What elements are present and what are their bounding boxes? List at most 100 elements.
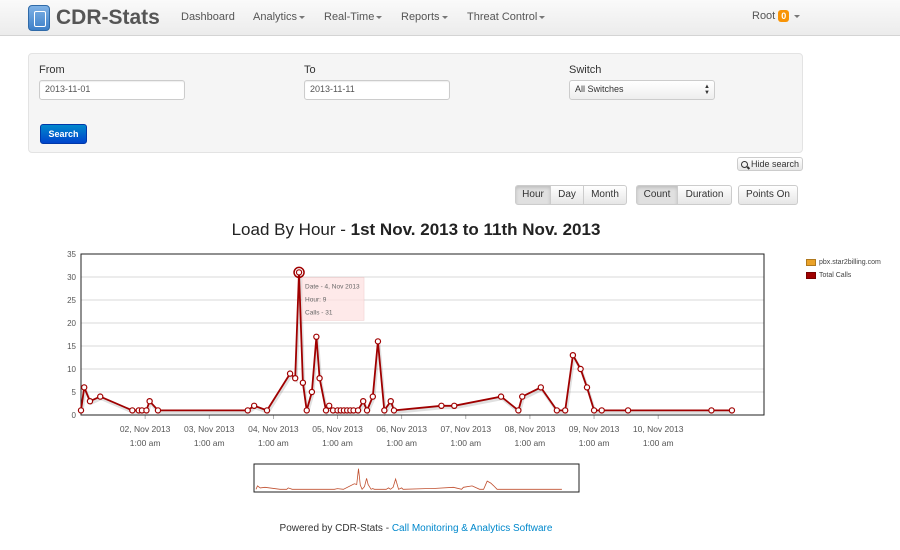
points-on-button[interactable]: Points On: [738, 185, 798, 205]
data-point: [250, 402, 258, 409]
legend-label: pbx.star2billing.com: [819, 259, 881, 266]
data-point: [553, 407, 561, 414]
chart-title: Load By Hour - 1st Nov. 2013 to 11th Nov…: [0, 220, 832, 240]
overview-series-line: [255, 468, 562, 491]
data-point: [143, 407, 150, 414]
data-point: [515, 407, 522, 414]
series-line-shadow: [80, 274, 733, 417]
metric-toggle-group: Count Duration: [636, 185, 732, 205]
legend-swatch: [806, 272, 816, 279]
to-date-input[interactable]: 2013-11-11: [304, 80, 450, 100]
tooltip-line: Calls - 31: [305, 309, 333, 316]
x-tick-time-label: 1:00 am: [322, 438, 353, 448]
data-point: [81, 384, 88, 391]
legend-swatch: [806, 259, 816, 266]
data-point: [451, 402, 458, 409]
search-panel: From 2013-11-01 To 2013-11-11 Switch All…: [28, 53, 803, 153]
y-tick-label: 25: [67, 296, 76, 305]
duration-button[interactable]: Duration: [677, 185, 732, 205]
data-point: [708, 407, 715, 414]
y-tick-label: 10: [67, 365, 76, 374]
data-point: [583, 384, 591, 391]
footer: Powered by CDR-Stats - Call Monitoring &…: [0, 523, 832, 534]
data-point: [728, 407, 736, 414]
count-button[interactable]: Count: [636, 185, 678, 205]
nav-dashboard[interactable]: Dashboard: [181, 11, 235, 23]
brand[interactable]: CDR-Stats: [28, 4, 160, 32]
y-tick-label: 0: [72, 411, 77, 420]
nav-threat-control[interactable]: Threat Control: [467, 11, 546, 23]
to-label: To: [304, 64, 316, 76]
x-tick-label: 05, Nov 2013: [312, 424, 363, 434]
data-point: [374, 338, 382, 345]
nav-realtime[interactable]: Real-Time: [324, 11, 383, 23]
data-point: [569, 352, 577, 359]
data-point: [86, 398, 94, 405]
data-point: [561, 407, 569, 414]
x-tick-time-label: 1:00 am: [386, 438, 417, 448]
data-point: [350, 407, 357, 414]
data-point: [97, 393, 104, 400]
month-button[interactable]: Month: [583, 185, 627, 205]
data-point: [303, 407, 310, 414]
x-tick-label: 10, Nov 2013: [633, 424, 684, 434]
data-point: [598, 407, 605, 414]
search-icon: [740, 160, 748, 168]
data-point: [381, 407, 388, 414]
chart-title-prefix: Load By Hour -: [231, 220, 351, 239]
data-point: [537, 384, 545, 391]
data-point: [340, 407, 348, 414]
legend-item-pbx[interactable]: pbx.star2billing.com: [806, 256, 881, 269]
tooltip-line: Hour: 9: [305, 296, 327, 303]
x-tick-time-label: 1:00 am: [194, 438, 225, 448]
data-point: [129, 407, 136, 414]
data-point: [369, 393, 376, 400]
footer-link[interactable]: Call Monitoring & Analytics Software: [392, 523, 553, 534]
data-point: [244, 407, 251, 414]
data-point: [308, 388, 316, 396]
nav-realtime-label: Real-Time: [324, 11, 375, 23]
overview-navigator: [253, 463, 580, 493]
from-label: From: [39, 64, 65, 76]
data-point: [325, 402, 333, 409]
day-button[interactable]: Day: [550, 185, 584, 205]
data-point: [135, 407, 142, 414]
x-tick-label: 04, Nov 2013: [248, 424, 299, 434]
nav-reports[interactable]: Reports: [401, 11, 448, 23]
top-navbar: CDR-Stats Dashboard Analytics Real-Time …: [0, 0, 900, 36]
data-point: [77, 407, 85, 414]
switch-select[interactable]: All Switches ▲ ▼: [569, 80, 715, 100]
switch-label: Switch: [569, 64, 602, 76]
data-point: [329, 407, 337, 414]
data-point: [299, 379, 307, 386]
caret-down-icon: [539, 15, 546, 19]
data-point: [334, 407, 341, 414]
x-tick-time-label: 1:00 am: [450, 438, 481, 448]
nav-analytics[interactable]: Analytics: [253, 11, 306, 23]
legend-item-total-calls[interactable]: Total Calls: [806, 269, 881, 282]
data-point: [286, 370, 294, 377]
data-point: [263, 407, 271, 414]
y-tick-label: 35: [67, 250, 76, 259]
chart-title-range: 1st Nov. 2013 to 11th Nov. 2013: [350, 220, 601, 239]
caret-down-icon: [441, 15, 448, 19]
from-date-input[interactable]: 2013-11-01: [39, 80, 185, 100]
search-button[interactable]: Search: [40, 124, 87, 144]
legend-label: Total Calls: [819, 272, 852, 279]
x-tick-time-label: 1:00 am: [258, 438, 289, 448]
data-point: [322, 407, 330, 414]
nav-threat-label: Threat Control: [467, 11, 538, 23]
hide-search-label: Hide search: [750, 159, 800, 169]
x-tick-label: 09, Nov 2013: [569, 424, 620, 434]
data-point: [146, 398, 153, 405]
data-point: [347, 407, 354, 414]
hide-search-button[interactable]: Hide search: [737, 157, 803, 171]
data-point: [519, 393, 526, 400]
data-point: [624, 407, 632, 414]
caret-down-icon: [376, 15, 383, 19]
data-point: [390, 407, 398, 414]
nav-user-menu[interactable]: Root 0: [752, 10, 801, 22]
x-tick-time-label: 1:00 am: [130, 438, 161, 448]
data-point: [313, 333, 320, 340]
hour-button[interactable]: Hour: [515, 185, 551, 205]
